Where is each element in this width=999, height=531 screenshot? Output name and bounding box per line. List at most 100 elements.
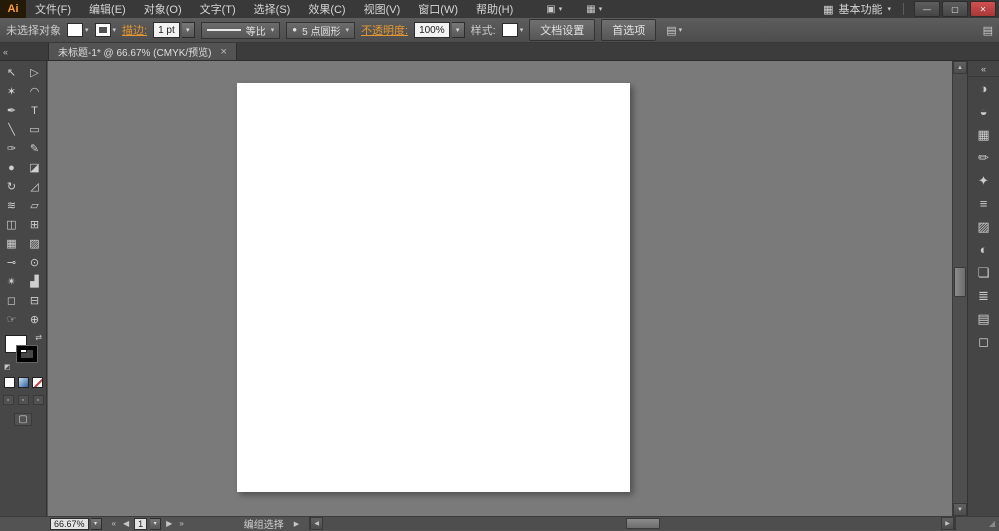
horizontal-scroll-thumb[interactable] <box>626 518 660 529</box>
none-button[interactable] <box>32 377 43 388</box>
pen-tool-button[interactable]: ✒ <box>0 101 23 120</box>
draw-inside-mode-button[interactable]: ▫ <box>33 395 44 405</box>
opacity-panel-link[interactable]: 不透明度: <box>361 22 408 38</box>
appearance-panel-button[interactable]: ≣ <box>968 284 999 307</box>
transparency-panel-button[interactable]: ◐ <box>968 238 999 261</box>
control-bar-options-button[interactable]: ▤ <box>983 24 993 37</box>
fill-color-picker[interactable]: ▾ <box>67 23 89 37</box>
gradient-panel-button[interactable]: ▨ <box>968 215 999 238</box>
first-artboard-button[interactable]: « <box>110 519 118 528</box>
blend-tool-button[interactable]: ⊙ <box>23 253 46 272</box>
scroll-down-button[interactable]: ▼ <box>953 503 967 516</box>
arrange-documents-button[interactable]: ▣ ▾ <box>546 4 562 15</box>
slice-tool-button[interactable]: ⊟ <box>23 291 46 310</box>
toolbar-collapse-button[interactable]: « <box>0 43 48 60</box>
perspective-grid-tool-button[interactable]: ⊞ <box>23 215 46 234</box>
scale-tool-button[interactable]: ◿ <box>23 177 46 196</box>
rectangle-tool-button[interactable]: ▭ <box>23 120 46 139</box>
color-guide-panel-button[interactable]: ◒ <box>968 100 999 123</box>
stroke-width-field[interactable]: 1 pt <box>153 22 180 38</box>
artboards-panel-button[interactable]: ◻ <box>968 330 999 353</box>
document-tab[interactable]: 未标题-1* @ 66.67% (CMYK/预览) × <box>48 43 237 60</box>
opacity-combo[interactable]: 100% ▾ <box>414 22 465 38</box>
minimize-button[interactable]: — <box>914 1 940 17</box>
draw-behind-mode-button[interactable]: ▫ <box>18 395 29 405</box>
file-menu[interactable]: 文件(F) <box>26 0 80 18</box>
artboard-dropdown-button[interactable]: ▾ <box>150 518 161 530</box>
vertical-scrollbar[interactable]: ▲ ▼ <box>952 61 967 516</box>
stroke-color-picker[interactable]: ▾ <box>95 23 117 37</box>
scroll-up-button[interactable]: ▲ <box>953 61 967 74</box>
select-menu[interactable]: 选择(S) <box>245 0 300 18</box>
gradient-tool-button[interactable]: ▨ <box>23 234 46 253</box>
view-menu[interactable]: 视图(V) <box>355 0 410 18</box>
artboard[interactable] <box>237 83 630 492</box>
draw-normal-mode-button[interactable]: ▫ <box>3 395 14 405</box>
object-menu[interactable]: 对象(O) <box>135 0 191 18</box>
pencil-tool-button[interactable]: ✎ <box>23 139 46 158</box>
workspace-switcher[interactable]: ▦ 基本功能 ▾ <box>823 1 891 17</box>
tab-close-icon[interactable]: × <box>221 46 227 58</box>
expand-panels-button[interactable]: « <box>968 61 999 77</box>
stroke-color-box[interactable] <box>17 346 37 362</box>
stroke-panel-link[interactable]: 描边: <box>122 22 147 38</box>
variable-width-profile-dropdown[interactable]: 等比 ▾ <box>201 22 281 39</box>
edit-menu[interactable]: 编辑(E) <box>80 0 135 18</box>
style-swatch[interactable] <box>502 23 518 37</box>
help-menu[interactable]: 帮助(H) <box>467 0 522 18</box>
type-menu[interactable]: 文字(T) <box>191 0 245 18</box>
swatches-panel-button[interactable]: ▦ <box>968 123 999 146</box>
layers-panel-button[interactable]: ▤ <box>968 307 999 330</box>
eraser-tool-button[interactable]: ◪ <box>23 158 46 177</box>
last-artboard-button[interactable]: » <box>177 519 185 528</box>
gradient-button[interactable] <box>18 377 29 388</box>
fill-swatch[interactable] <box>67 23 83 37</box>
maximize-button[interactable]: ▢ <box>942 1 968 17</box>
zoom-field[interactable]: 66.67% <box>50 518 89 530</box>
vertical-scroll-track[interactable] <box>953 74 967 503</box>
document-setup-button[interactable]: 文档设置 <box>529 19 595 41</box>
zoom-tool-button[interactable]: ⊕ <box>23 310 46 329</box>
symbol-sprayer-tool-button[interactable]: ✴ <box>0 272 23 291</box>
graphic-styles-panel-button[interactable]: ❏ <box>968 261 999 284</box>
close-button[interactable]: ✕ <box>970 1 996 17</box>
next-artboard-button[interactable]: ▶ <box>164 519 174 528</box>
previous-artboard-button[interactable]: ◀ <box>121 519 131 528</box>
selection-tool-button[interactable]: ↖ <box>0 63 23 82</box>
direct-selection-tool-button[interactable]: ▷ <box>23 63 46 82</box>
effect-menu[interactable]: 效果(C) <box>299 0 354 18</box>
swap-fill-stroke-icon[interactable]: ⇄ <box>35 333 42 342</box>
zoom-combo[interactable]: 66.67% ▾ <box>50 518 102 530</box>
magic-wand-tool-button[interactable]: ✶ <box>0 82 23 101</box>
scroll-right-button[interactable]: ▶ <box>941 517 954 530</box>
opacity-field[interactable]: 100% <box>414 22 450 38</box>
status-flyout-button[interactable]: ▶ <box>294 520 299 528</box>
brushes-panel-button[interactable]: ✏ <box>968 146 999 169</box>
eyedropper-tool-button[interactable]: ⊸ <box>0 253 23 272</box>
stroke-swatch[interactable] <box>95 23 111 37</box>
window-menu[interactable]: 窗口(W) <box>409 0 467 18</box>
color-button[interactable] <box>4 377 15 388</box>
hand-tool-button[interactable]: ☞ <box>0 310 23 329</box>
mesh-tool-button[interactable]: ▦ <box>0 234 23 253</box>
stroke-width-combo[interactable]: 1 pt ▾ <box>153 22 195 38</box>
vertical-scroll-thumb[interactable] <box>954 267 966 297</box>
shape-builder-tool-button[interactable]: ◫ <box>0 215 23 234</box>
artboard-number-field[interactable]: 1 <box>134 518 147 530</box>
screen-mode-button[interactable]: ▢ <box>14 413 32 426</box>
column-graph-tool-button[interactable]: ▟ <box>23 272 46 291</box>
brush-definition-dropdown[interactable]: ● 5 点圆形 ▾ <box>286 22 355 39</box>
line-segment-tool-button[interactable]: ╲ <box>0 120 23 139</box>
style-picker[interactable]: ▾ <box>502 23 524 37</box>
document-layout-button[interactable]: ▦ ▾ <box>586 4 602 15</box>
stroke-width-dropdown-button[interactable]: ▾ <box>182 22 195 38</box>
control-panel-menu-button[interactable]: ▤ ▾ <box>666 24 682 37</box>
blob-brush-tool-button[interactable]: ● <box>0 158 23 177</box>
lasso-tool-button[interactable]: ◠ <box>23 82 46 101</box>
artboard-tool-button[interactable]: ◻ <box>0 291 23 310</box>
zoom-dropdown-button[interactable]: ▾ <box>91 518 102 530</box>
rotate-tool-button[interactable]: ↻ <box>0 177 23 196</box>
horizontal-scrollbar[interactable]: ◀ ▶ <box>309 517 955 530</box>
stroke-panel-button[interactable]: ≡ <box>968 192 999 215</box>
scroll-left-button[interactable]: ◀ <box>310 517 323 530</box>
